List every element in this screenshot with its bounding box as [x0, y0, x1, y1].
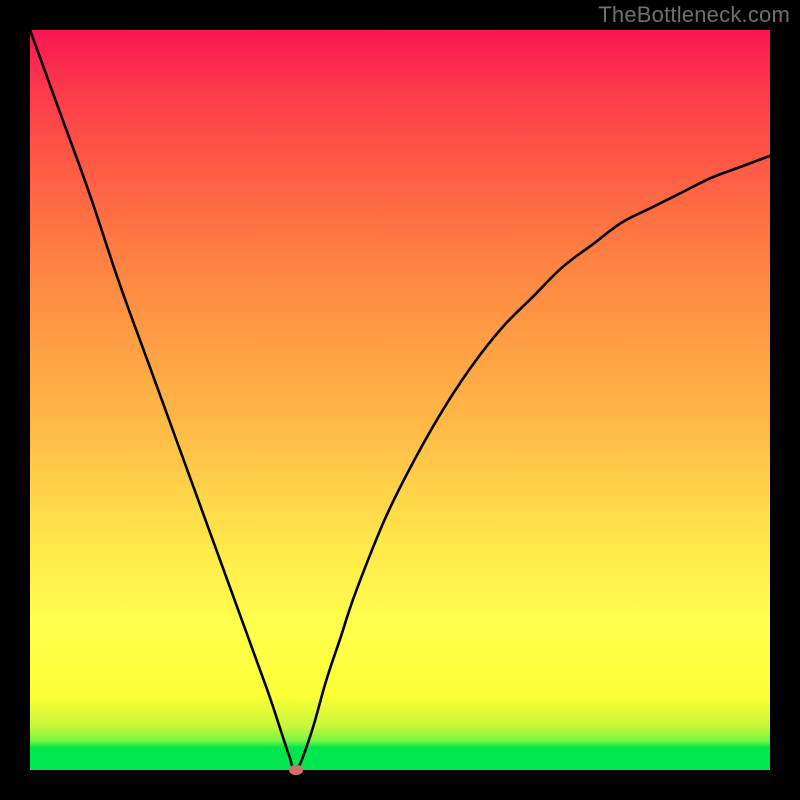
watermark-text: TheBottleneck.com [598, 2, 790, 28]
chart-frame: TheBottleneck.com [0, 0, 800, 800]
curve-svg [30, 30, 770, 770]
bottleneck-curve [30, 30, 770, 771]
plot-area [30, 30, 770, 770]
minimum-marker [289, 765, 303, 775]
